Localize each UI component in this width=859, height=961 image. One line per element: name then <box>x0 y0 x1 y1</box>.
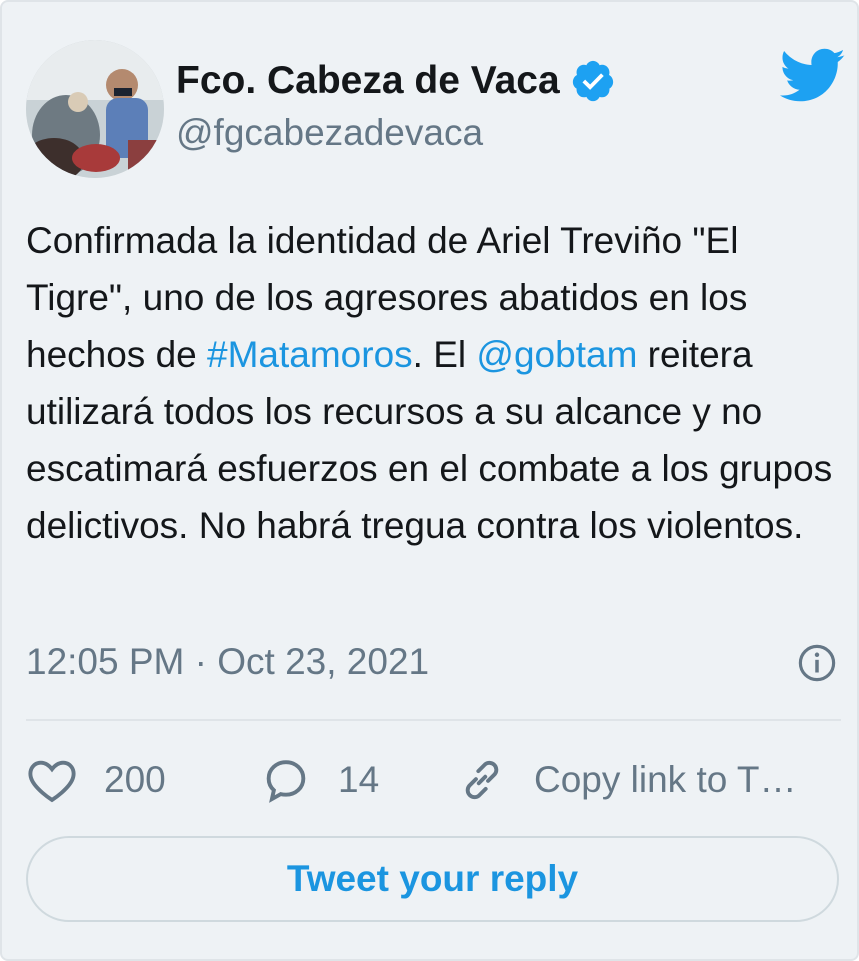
tweet-header: Fco. Cabeza de Vaca @fgcabezadevaca <box>26 40 846 180</box>
display-name[interactable]: Fco. Cabeza de Vaca <box>176 58 560 104</box>
display-name-row: Fco. Cabeza de Vaca <box>176 58 616 104</box>
divider <box>26 719 841 721</box>
like-count: 200 <box>104 759 166 800</box>
timestamp[interactable]: 12:05 PM · Oct 23, 2021 <box>26 641 429 682</box>
reply-action-button[interactable]: 14 <box>260 750 379 810</box>
comment-icon <box>266 760 306 803</box>
tweet-text: Confirmada la identidad de Ariel Treviño… <box>26 212 846 554</box>
profile-photo <box>26 40 164 178</box>
tweet-meta: 12:05 PM · Oct 23, 2021 <box>26 634 836 690</box>
mention-link[interactable]: @gobtam <box>476 334 637 375</box>
verified-badge-icon <box>572 60 613 102</box>
info-icon[interactable] <box>798 644 836 682</box>
tweet-card: Fco. Cabeza de Vaca @fgcabezadevaca Conf… <box>0 0 859 961</box>
tweet-actions: 200 14 Copy link to T… <box>26 750 846 810</box>
hashtag-link[interactable]: #Matamoros <box>207 334 413 375</box>
link-icon <box>465 760 499 800</box>
avatar[interactable] <box>26 40 164 178</box>
user-handle[interactable]: @fgcabezadevaca <box>176 110 616 156</box>
heart-icon <box>28 760 76 803</box>
user-names: Fco. Cabeza de Vaca @fgcabezadevaca <box>176 58 616 156</box>
copy-link-button[interactable]: Copy link to T… <box>456 750 797 810</box>
tweet-text-part: . El <box>412 334 477 375</box>
like-button[interactable]: 200 <box>26 750 166 810</box>
reply-count: 14 <box>338 759 380 800</box>
tweet-reply-button[interactable]: Tweet your reply <box>26 836 839 922</box>
copy-link-label: Copy link to T… <box>534 759 797 800</box>
twitter-bird-icon[interactable] <box>780 46 846 106</box>
